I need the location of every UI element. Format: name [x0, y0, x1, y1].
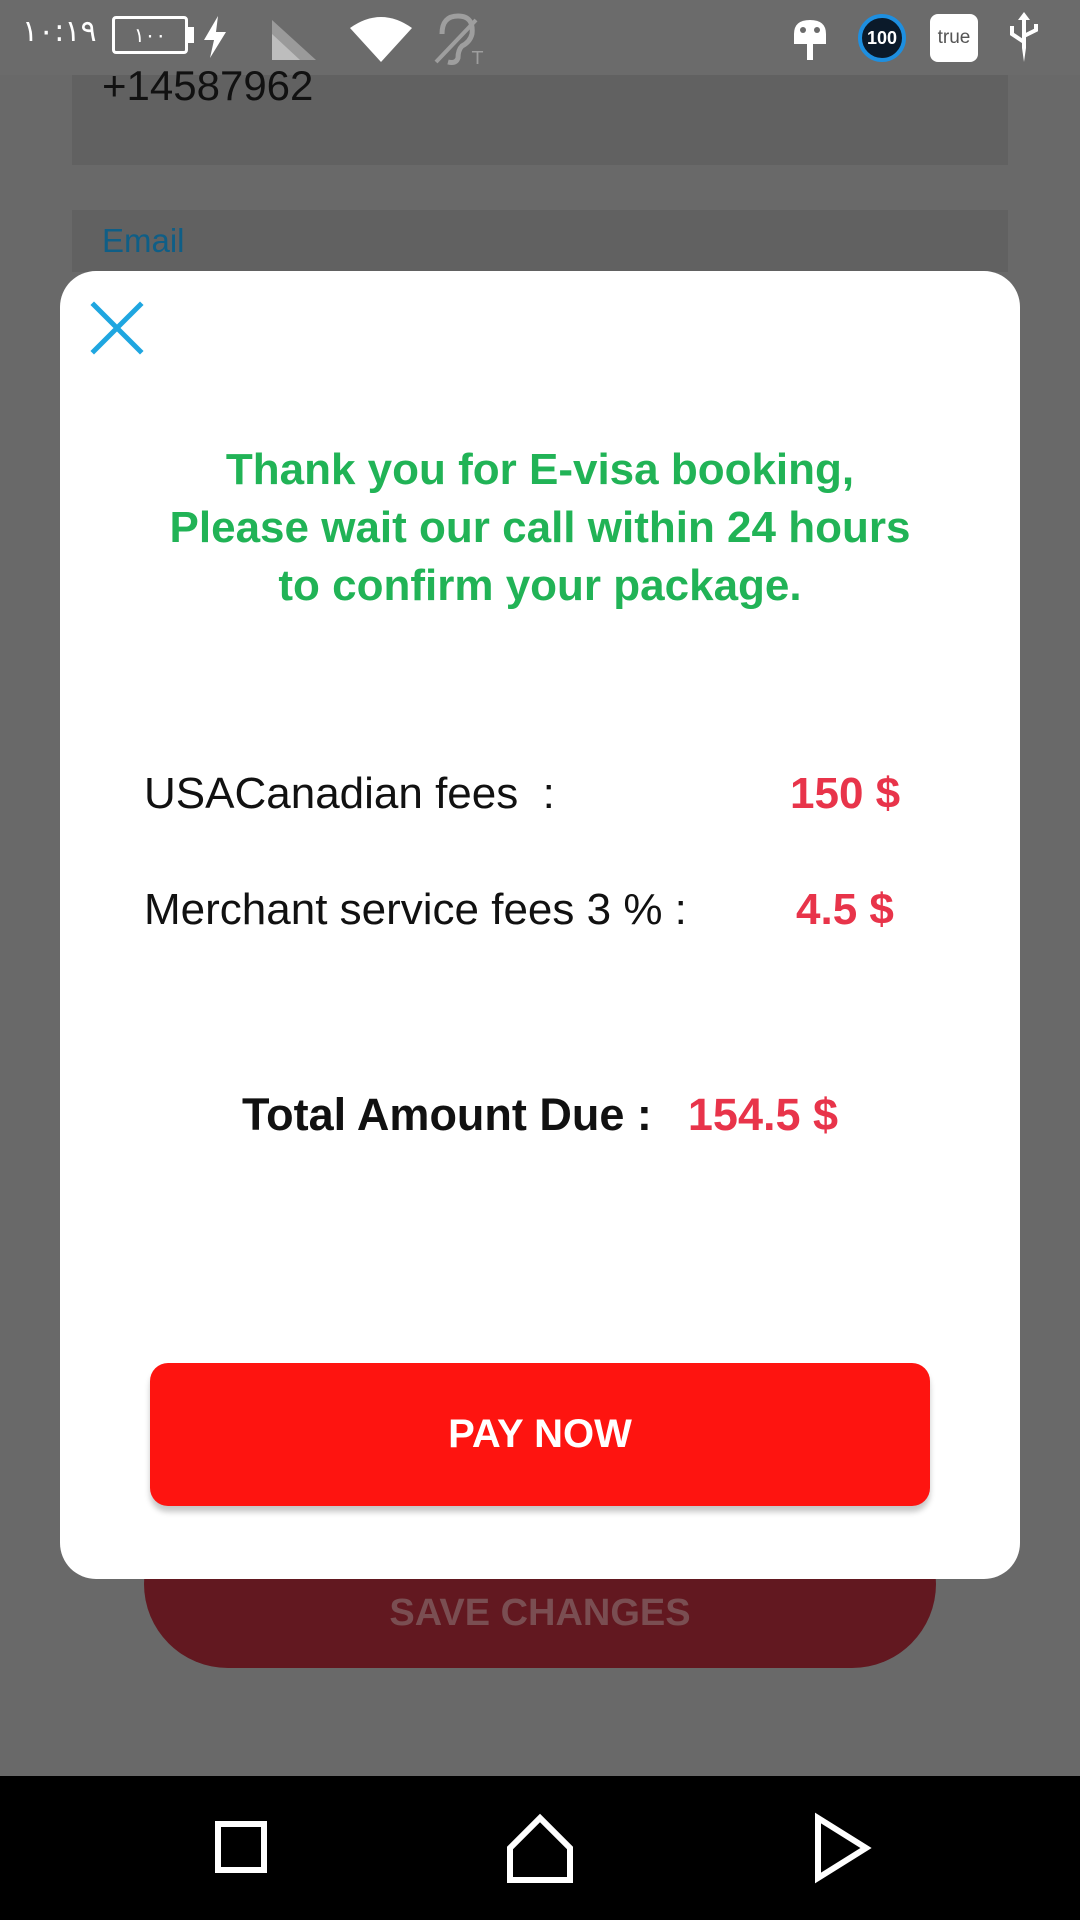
- thank-you-line: Please wait our call within 24 hours: [169, 503, 911, 552]
- fee-row-merchant: Merchant service fees 3 % : 4.5 $: [144, 885, 924, 945]
- fee-value: 4.5 $: [796, 885, 894, 934]
- thank-you-line: Thank you for E-visa booking,: [225, 445, 855, 494]
- back-icon[interactable]: [800, 1808, 880, 1888]
- battery-icon: ١٠٠: [112, 16, 188, 54]
- notification-badge-true: true: [930, 14, 978, 62]
- battery-tip: [188, 27, 194, 43]
- cell-signal-icon: [272, 20, 316, 60]
- total-value: 154.5 $: [687, 1089, 839, 1140]
- android-icon: [794, 20, 826, 60]
- hearing-aid-icon: T: [434, 13, 484, 66]
- fee-label: Merchant service fees 3 % :: [144, 885, 687, 934]
- battery-level: ١٠٠: [133, 23, 167, 47]
- svg-text:T: T: [471, 48, 484, 66]
- fee-value: 150 $: [790, 769, 901, 818]
- recent-apps-icon[interactable]: [200, 1808, 280, 1888]
- wifi-icon: [350, 17, 412, 62]
- fee-row-usacanadian: USACanadian fees : 150 $: [144, 769, 924, 829]
- thank-you-line: to confirm your package.: [278, 561, 802, 610]
- status-time: ١٠:١٩: [22, 14, 97, 49]
- usb-icon: [1010, 12, 1038, 62]
- phone-value: +14587962: [102, 62, 314, 109]
- fee-label: USACanadian fees :: [144, 769, 555, 818]
- charging-bolt-icon: [204, 16, 226, 58]
- email-label: Email: [102, 222, 185, 259]
- thank-you-message: Thank you for E-visa booking, Please wai…: [100, 441, 980, 615]
- home-icon[interactable]: [500, 1808, 580, 1888]
- close-icon[interactable]: [88, 299, 146, 357]
- email-field: [72, 210, 1008, 272]
- pay-now-button[interactable]: PAY NOW: [150, 1363, 930, 1506]
- notification-badge-100: 100: [858, 14, 906, 62]
- total-amount-row: Total Amount Due : 154.5 $: [60, 1089, 1020, 1149]
- save-changes-label: SAVE CHANGES: [389, 1592, 691, 1634]
- total-label: Total Amount Due :: [241, 1089, 652, 1140]
- booking-confirmation-dialog: Thank you for E-visa booking, Please wai…: [60, 271, 1020, 1579]
- navigation-bar: [0, 1776, 1080, 1920]
